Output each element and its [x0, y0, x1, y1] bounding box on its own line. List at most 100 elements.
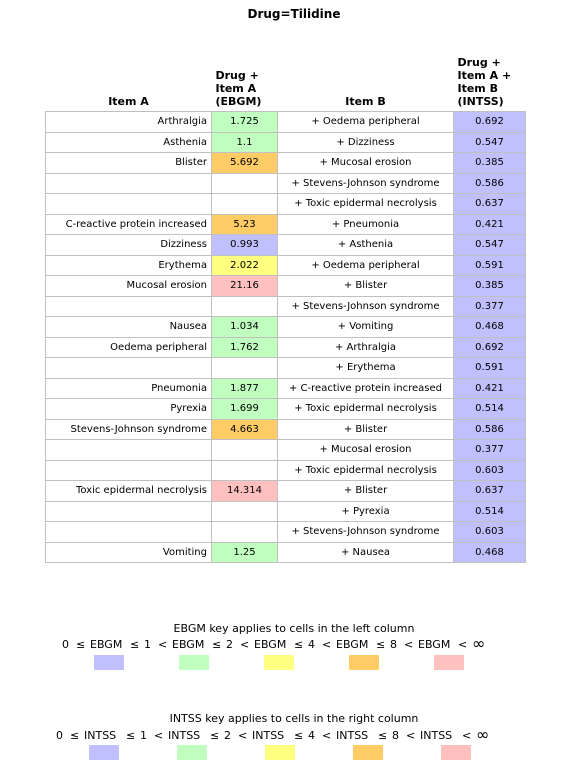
item-a-cell: Oedema peripheral	[45, 336, 212, 358]
key-token: EBGM	[172, 638, 205, 651]
key-swatch-band-1	[94, 655, 124, 670]
intss-cell: 0.385	[453, 152, 526, 174]
item-a-cell: Stevens-Johnson syndrome	[45, 418, 212, 440]
header-ebgm-line: (EBGM)	[215, 95, 262, 108]
intss-cell: 0.692	[453, 336, 526, 358]
table-row: + Pyrexia 0.514	[45, 500, 526, 522]
item-b-cell: + Blister	[277, 418, 454, 440]
key-token: EBGM	[336, 638, 369, 651]
ebgm-cell: 1.034	[211, 316, 278, 338]
table-row: Arthralgia 1.725 + Oedema peripheral 0.692	[45, 111, 526, 133]
ebgm-cell	[211, 439, 278, 461]
intss-cell: 0.377	[453, 439, 526, 461]
key-swatch-band-3	[264, 655, 294, 670]
ebgm-cell: 4.663	[211, 418, 278, 440]
item-a-cell	[45, 357, 212, 379]
ebgm-cell	[211, 193, 278, 215]
item-a-cell	[45, 295, 212, 317]
table-row: Erythema 2.022 + Oedema peripheral 0.591	[45, 254, 526, 276]
key-token: ≤	[76, 638, 86, 651]
item-a-cell: C-reactive protein increased	[45, 213, 212, 235]
ebgm-cell: 1.877	[211, 377, 278, 399]
item-a-cell: Pyrexia	[45, 398, 212, 420]
intss-cell: 0.603	[453, 521, 526, 543]
item-b-cell: + Toxic epidermal necrolysis	[277, 459, 454, 481]
intss-cell: 0.591	[453, 254, 526, 276]
ebgm-cell: 1.699	[211, 398, 278, 420]
item-a-cell: Arthralgia	[45, 111, 212, 133]
table-row: Pneumonia 1.877 + C-reactive protein incre…	[45, 377, 526, 399]
key-token: 1	[144, 638, 151, 651]
key-token: ≤	[212, 638, 222, 651]
item-b-cell: + Blister	[277, 480, 454, 502]
page-title: Drug=Tilidine	[247, 7, 341, 21]
key-token: ≤	[294, 638, 304, 651]
table-row: + Toxic epidermal necrolysis 0.637	[45, 193, 526, 215]
key-token: ≤	[294, 729, 304, 742]
key-token: 2	[224, 729, 231, 742]
table-row: Vomiting 1.25 + Nausea 0.468	[45, 541, 526, 563]
header-ebgm-line: Item A	[215, 82, 257, 95]
key-token: <	[404, 638, 414, 651]
item-a-cell: Erythema	[45, 254, 212, 276]
item-a-cell: Pneumonia	[45, 377, 212, 399]
key-token: INTSS	[252, 729, 285, 742]
ebgm-cell	[211, 459, 278, 481]
item-a-cell: Dizziness	[45, 234, 212, 256]
table-row: Mucosal erosion 21.16 + Blister 0.385	[45, 275, 526, 297]
header-ebgm-line: Drug +	[215, 69, 259, 82]
header-intss-line: Item B	[457, 82, 499, 95]
drug-interaction-table: Item A Drug + Item A (EBGM) Item B Drug …	[45, 56, 526, 563]
ebgm-cell: 0.993	[211, 234, 278, 256]
item-b-cell: + C-reactive protein increased	[277, 377, 454, 399]
table-row: + Stevens-Johnson syndrome 0.603	[45, 521, 526, 543]
table-row: + Stevens-Johnson syndrome 0.377	[45, 295, 526, 317]
ebgm-cell	[211, 172, 278, 194]
key-token: 4	[308, 638, 315, 651]
header-item-a: Item A	[108, 95, 149, 108]
table-row: Pyrexia 1.699 + Toxic epidermal necrolysis…	[45, 398, 526, 420]
item-b-cell: + Pyrexia	[277, 500, 454, 522]
item-a-cell	[45, 459, 212, 481]
key-swatch-band-1	[89, 745, 119, 760]
table-row: Dizziness 0.993 + Asthenia 0.547	[45, 234, 526, 256]
item-b-cell: + Pneumonia	[277, 213, 454, 235]
key-token: ≤	[378, 729, 388, 742]
item-a-cell: Asthenia	[45, 131, 212, 153]
intss-cell: 0.421	[453, 377, 526, 399]
intss-cell: 0.514	[453, 398, 526, 420]
key-token: 2	[226, 638, 233, 651]
item-b-cell: + Asthenia	[277, 234, 454, 256]
key-token: EBGM	[254, 638, 287, 651]
item-b-cell: + Stevens-Johnson syndrome	[277, 172, 454, 194]
ebgm-key-caption: EBGM key applies to cells in the left co…	[173, 622, 415, 635]
infinity-symbol: ∞	[472, 634, 486, 653]
ebgm-cell	[211, 357, 278, 379]
intss-cell: 0.637	[453, 193, 526, 215]
key-token: <	[240, 638, 250, 651]
ebgm-cell: 2.022	[211, 254, 278, 276]
table-row: Blister 5.692 + Mucosal erosion 0.385	[45, 152, 526, 174]
intss-cell: 0.586	[453, 418, 526, 440]
intss-cell: 0.514	[453, 500, 526, 522]
item-a-cell: Mucosal erosion	[45, 275, 212, 297]
table-row: + Stevens-Johnson syndrome 0.586	[45, 172, 526, 194]
table-row: Oedema peripheral 1.762 + Arthralgia 0.692	[45, 336, 526, 358]
intss-cell: 0.586	[453, 172, 526, 194]
header-item-b: Item B	[345, 95, 386, 108]
key-token: 0	[56, 729, 63, 742]
header-ebgm: Drug + Item A (EBGM)	[212, 56, 278, 112]
key-token: 0	[62, 638, 69, 651]
ebgm-cell: 1.25	[211, 541, 278, 563]
ebgm-cell	[211, 521, 278, 543]
key-token: 8	[390, 638, 397, 651]
intss-cell: 0.468	[453, 541, 526, 563]
key-token: 8	[392, 729, 399, 742]
key-token: INTSS	[336, 729, 369, 742]
key-token: ≤	[376, 638, 386, 651]
item-a-cell: Nausea	[45, 316, 212, 338]
ebgm-cell	[211, 500, 278, 522]
key-token: INTSS	[84, 729, 117, 742]
item-a-cell	[45, 439, 212, 461]
intss-cell: 0.591	[453, 357, 526, 379]
